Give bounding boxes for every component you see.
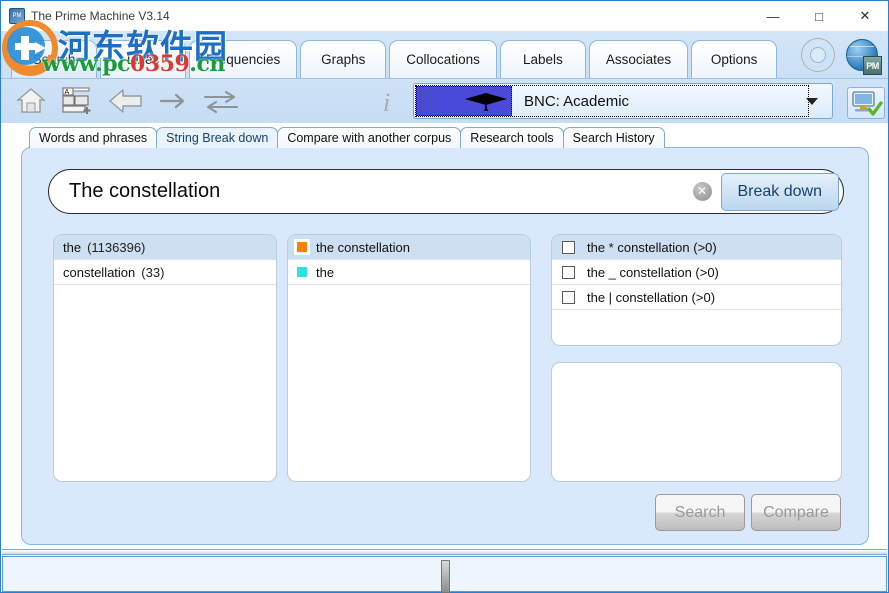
home-icon[interactable] — [15, 85, 47, 117]
color-swatch-icon — [294, 239, 310, 255]
splitter-handle[interactable] — [441, 560, 450, 593]
corpus-swatch — [416, 86, 512, 116]
word-count: (33) — [141, 264, 165, 280]
main-tab-strip: Search Lines Frequencies Graphs Collocat… — [1, 31, 888, 79]
word-label: constellation — [63, 264, 136, 280]
subtab-compare-with-another-corpus[interactable]: Compare with another corpus — [277, 127, 462, 148]
string-label: the constellation — [316, 239, 410, 255]
content-panel: The constellation ✕ Break down the (1136… — [21, 147, 869, 545]
header-icon-group: PM — [798, 35, 882, 75]
tab-frequencies[interactable]: Frequencies — [189, 40, 298, 78]
lifebuoy-help-icon[interactable] — [798, 35, 838, 75]
strings-list-panel[interactable]: the constellation the — [287, 234, 531, 482]
pattern-checkbox[interactable] — [562, 240, 575, 254]
monitor-check-icon[interactable] — [847, 87, 885, 119]
application-window: PM The Prime Machine V3.14 — □ ✕ Search … — [0, 0, 889, 593]
title-bar: PM The Prime Machine V3.14 — □ ✕ — [1, 1, 888, 31]
search-bar: The constellation ✕ Break down — [48, 169, 844, 214]
globe-pm-icon[interactable]: PM — [842, 35, 882, 75]
window-controls: — □ ✕ — [750, 1, 888, 31]
back-arrow-icon[interactable] — [107, 85, 145, 117]
words-list-panel[interactable]: the (1136396) constellation (33) — [53, 234, 277, 482]
tab-lines[interactable]: Lines — [100, 40, 186, 78]
graduation-cap-icon — [465, 93, 507, 111]
subtab-search-history[interactable]: Search History — [562, 127, 665, 148]
tab-search[interactable]: Search — [11, 40, 97, 78]
subtab-string-break-down[interactable]: String Break down — [156, 127, 279, 148]
swap-arrows-icon[interactable] — [201, 85, 241, 117]
tab-graphs[interactable]: Graphs — [300, 40, 387, 78]
svg-text:i: i — [383, 88, 390, 117]
pattern-label: the | constellation (>0) — [587, 289, 716, 305]
pattern-checkbox[interactable] — [562, 290, 575, 304]
window-title: The Prime Machine V3.14 — [31, 9, 170, 23]
maximize-button[interactable]: □ — [796, 1, 842, 31]
info-icon[interactable]: i — [375, 85, 401, 117]
results-list-panel[interactable] — [551, 362, 842, 482]
main-tabs: Search Lines Frequencies Graphs Collocat… — [11, 40, 780, 78]
compare-button[interactable]: Compare — [751, 494, 841, 531]
list-item[interactable]: the _ constellation (>0) — [552, 260, 841, 285]
list-item[interactable]: the | constellation (>0) — [552, 285, 841, 310]
pattern-label: the * constellation (>0) — [587, 239, 717, 255]
tab-options[interactable]: Options — [691, 40, 778, 78]
list-item[interactable]: the * constellation (>0) — [552, 235, 841, 260]
patterns-list-panel[interactable]: the * constellation (>0) the _ constella… — [551, 234, 842, 346]
pattern-checkbox[interactable] — [562, 265, 575, 279]
tab-labels[interactable]: Labels — [499, 40, 586, 78]
list-item[interactable]: the (1136396) — [54, 235, 276, 260]
tab-associates[interactable]: Associates — [588, 40, 689, 78]
forward-arrow-icon[interactable] — [157, 85, 191, 117]
minimize-button[interactable]: — — [750, 1, 796, 31]
app-icon: PM — [9, 8, 25, 24]
chevron-down-icon[interactable] — [806, 97, 818, 105]
close-button[interactable]: ✕ — [842, 1, 888, 31]
svg-text:A: A — [65, 89, 70, 96]
pattern-label: the _ constellation (>0) — [587, 264, 719, 280]
color-swatch-icon — [297, 267, 307, 277]
sub-tab-strip: Words and phrases String Break down Comp… — [29, 127, 665, 148]
list-item[interactable]: the constellation — [288, 235, 530, 260]
search-input[interactable]: The constellation — [69, 180, 693, 203]
word-label: the — [63, 239, 82, 255]
clear-circle-icon[interactable]: ✕ — [692, 182, 712, 201]
word-count: (1136396) — [87, 239, 146, 255]
list-item[interactable]: constellation (33) — [54, 260, 276, 285]
subtab-words-and-phrases[interactable]: Words and phrases — [29, 127, 158, 148]
string-label: the — [316, 264, 335, 280]
break-down-button[interactable]: Break down — [720, 172, 839, 211]
tab-collocations[interactable]: Collocations — [389, 40, 497, 78]
subtab-research-tools[interactable]: Research tools — [460, 127, 564, 148]
corpus-label: BNC: Academic — [524, 92, 630, 110]
corpus-selector[interactable]: BNC: Academic — [413, 83, 833, 119]
search-button[interactable]: Search — [655, 494, 745, 531]
new-tab-icon[interactable]: A — [59, 85, 93, 117]
pm-badge: PM — [863, 56, 882, 75]
list-item[interactable]: the — [288, 260, 530, 285]
status-separator — [2, 549, 887, 555]
